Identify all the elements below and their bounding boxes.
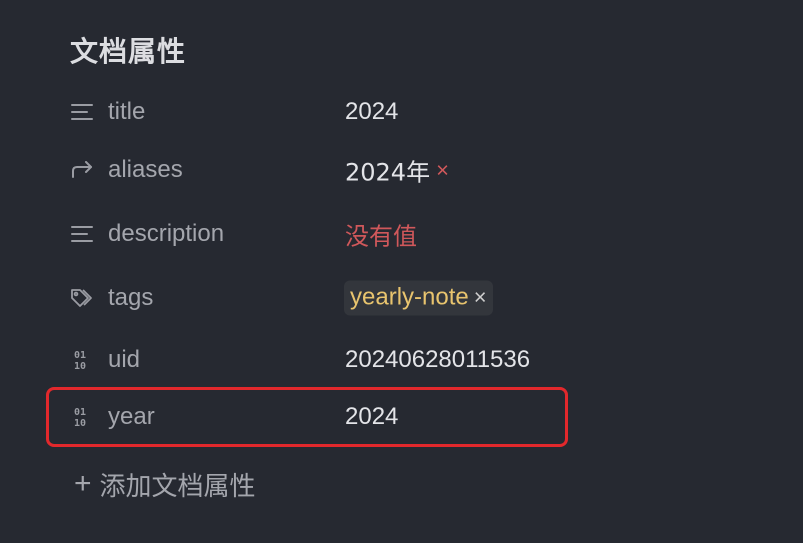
property-row-uid[interactable]: 01 10 uid 20240628011536 bbox=[0, 338, 803, 382]
property-row-aliases[interactable]: aliases 2024年 × bbox=[0, 148, 803, 192]
property-value[interactable]: 20240628011536 bbox=[345, 346, 530, 374]
property-value[interactable]: 没有值 bbox=[345, 217, 417, 252]
add-property-label: 添加文档属性 bbox=[99, 471, 256, 502]
property-row-tags[interactable]: tags yearly-note × bbox=[0, 276, 803, 320]
property-value[interactable]: 2024年 × bbox=[345, 153, 449, 188]
property-name: title bbox=[108, 98, 146, 125]
text-lines-icon bbox=[70, 100, 94, 124]
document-properties-panel: 文档属性 title 2024 aliases 2024年 × descript… bbox=[0, 0, 803, 543]
binary-number-icon: 01 10 bbox=[70, 405, 94, 429]
property-name: aliases bbox=[108, 156, 183, 183]
tag-pill[interactable]: yearly-note × bbox=[344, 280, 493, 316]
property-value-text[interactable]: 2024 bbox=[345, 98, 398, 126]
tag-label[interactable]: yearly-note bbox=[350, 284, 469, 312]
property-row-description[interactable]: description 没有值 bbox=[0, 212, 803, 256]
remove-alias-icon[interactable]: × bbox=[436, 157, 449, 183]
property-row-year[interactable]: 01 10 year 2024 bbox=[0, 395, 803, 439]
alias-item[interactable]: 2024年 bbox=[345, 153, 430, 188]
plus-icon: + bbox=[74, 467, 92, 500]
svg-text:01: 01 bbox=[74, 350, 86, 361]
svg-text:10: 10 bbox=[74, 418, 86, 428]
add-property-button[interactable]: + 添加文档属性 bbox=[74, 466, 256, 502]
property-value[interactable]: 2024 bbox=[345, 403, 398, 431]
property-name: year bbox=[108, 403, 155, 430]
property-value[interactable]: yearly-note × bbox=[344, 280, 493, 316]
property-name: tags bbox=[108, 284, 154, 311]
text-lines-icon bbox=[70, 222, 94, 246]
property-value-text[interactable]: 20240628011536 bbox=[345, 346, 530, 374]
property-value-text[interactable]: 2024 bbox=[345, 403, 398, 431]
remove-tag-icon[interactable]: × bbox=[474, 285, 487, 311]
svg-text:10: 10 bbox=[74, 361, 86, 371]
tag-icon bbox=[70, 286, 94, 310]
empty-value-placeholder[interactable]: 没有值 bbox=[345, 217, 417, 252]
section-title: 文档属性 bbox=[70, 35, 187, 68]
svg-text:01: 01 bbox=[74, 407, 86, 418]
property-name: uid bbox=[108, 346, 141, 373]
arrow-redirect-icon bbox=[70, 158, 94, 182]
binary-number-icon: 01 10 bbox=[70, 348, 94, 372]
property-row-title[interactable]: title 2024 bbox=[0, 90, 803, 134]
property-name: description bbox=[108, 220, 225, 247]
property-value[interactable]: 2024 bbox=[345, 98, 398, 126]
